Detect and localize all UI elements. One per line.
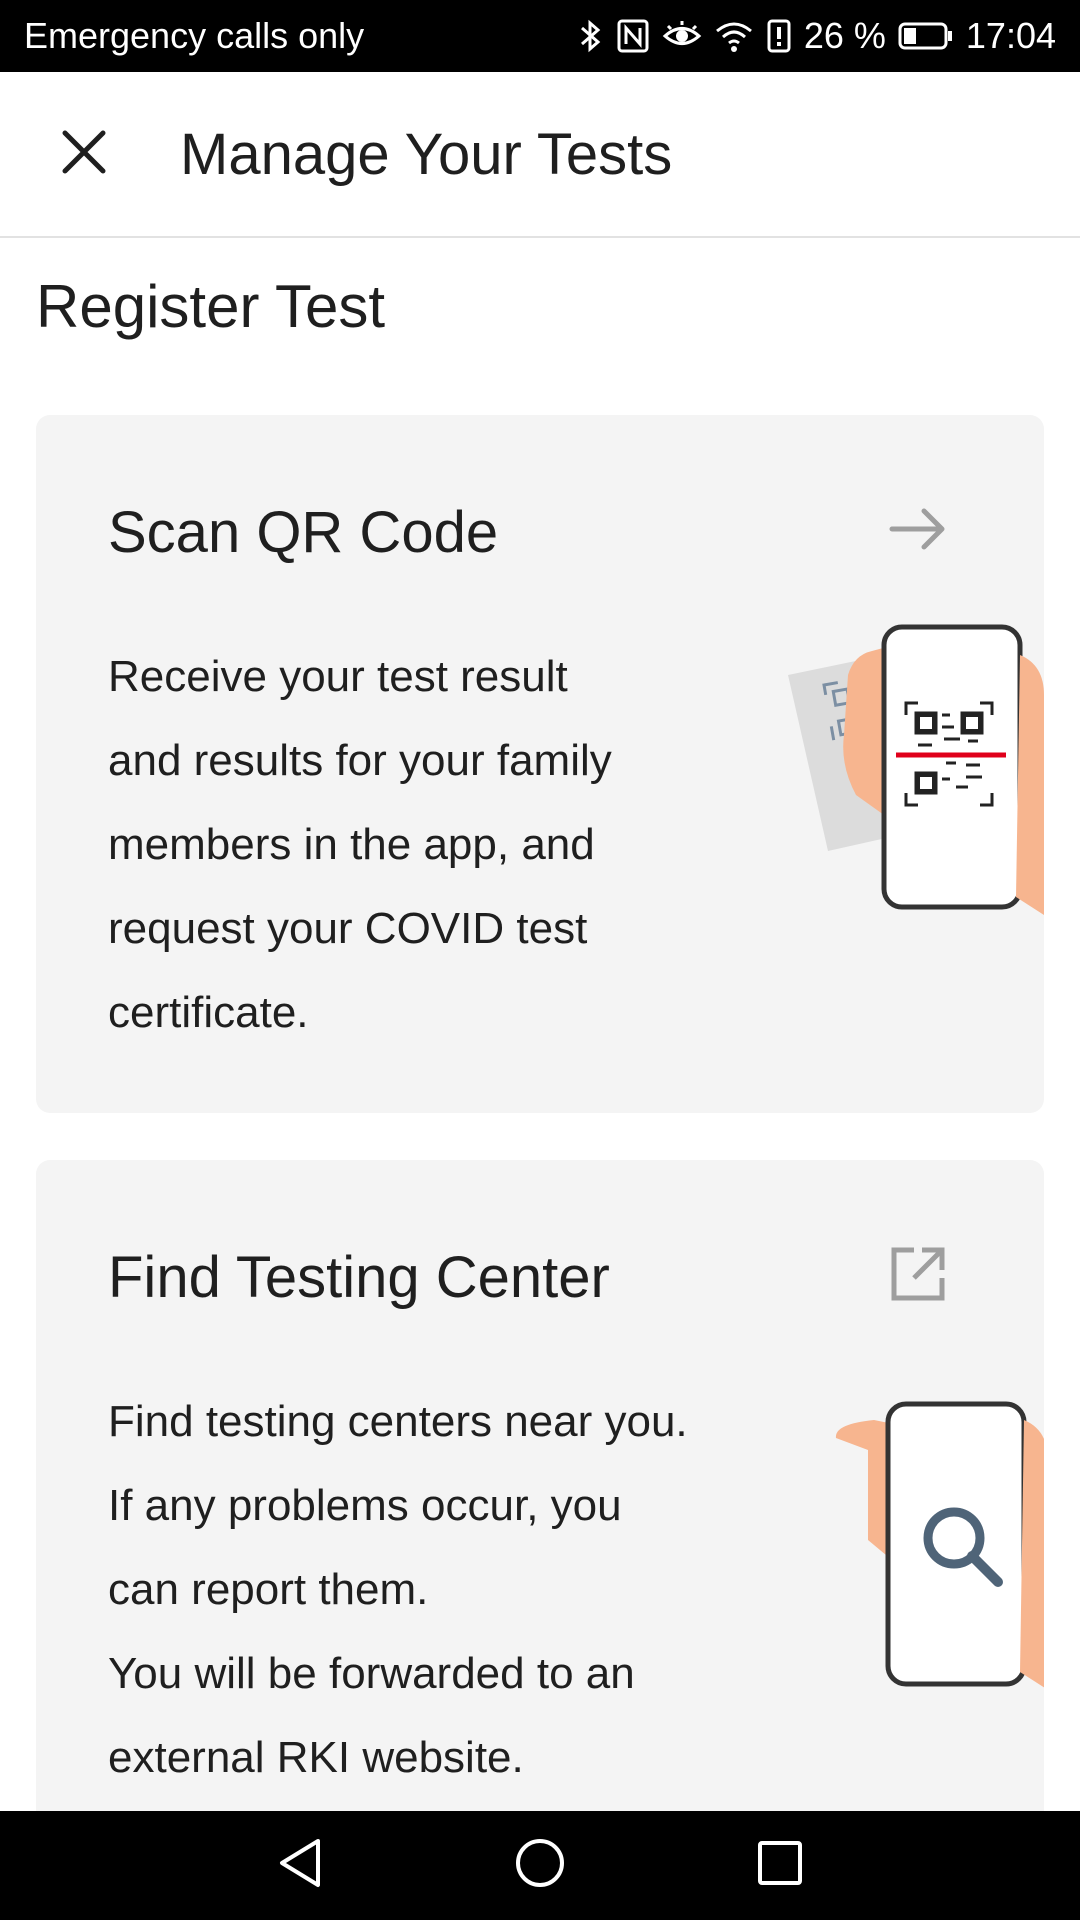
card-description: Receive your test result and results for… xyxy=(108,635,768,1055)
recents-icon xyxy=(757,1840,803,1891)
nfc-icon xyxy=(616,18,650,54)
card-title: Find Testing Center xyxy=(108,1245,610,1310)
close-icon xyxy=(61,129,107,180)
arrow-right-icon xyxy=(888,499,948,559)
battery-alert-icon xyxy=(766,18,792,54)
description-line: members in the app, and xyxy=(108,820,595,869)
description-line: request your COVID test xyxy=(108,904,588,953)
app-bar: Manage Your Tests xyxy=(0,72,1080,238)
battery-icon xyxy=(898,21,954,51)
status-bar: Emergency calls only 26 % 17:04 xyxy=(0,0,1080,72)
home-button[interactable] xyxy=(480,1811,600,1920)
section-title: Register Test xyxy=(36,273,386,340)
description-line: certificate. xyxy=(108,988,309,1037)
back-button[interactable] xyxy=(240,1811,360,1920)
phone-search-illustration xyxy=(824,1390,1044,1690)
system-navigation-bar xyxy=(0,1811,1080,1920)
description-line: You will be forwarded to an xyxy=(108,1649,635,1698)
card-description: Find testing centers near you. If any pr… xyxy=(108,1380,808,1800)
status-icons: 26 % 17:04 xyxy=(578,15,1056,57)
back-icon xyxy=(276,1837,324,1894)
clock: 17:04 xyxy=(965,15,1056,56)
home-icon xyxy=(514,1837,566,1894)
page-title: Manage Your Tests xyxy=(180,121,673,187)
recents-button[interactable] xyxy=(720,1811,840,1920)
close-button[interactable] xyxy=(34,104,134,204)
description-line: can report them. xyxy=(108,1565,429,1614)
description-line: Find testing centers near you. xyxy=(108,1397,688,1446)
description-line: Receive your test result xyxy=(108,652,568,701)
phone-scanning-qr-illustration xyxy=(744,615,1044,935)
open-external-icon xyxy=(888,1244,948,1304)
eye-comfort-icon xyxy=(662,18,702,54)
carrier-text: Emergency calls only xyxy=(24,15,365,56)
scan-qr-code-card[interactable]: Scan QR Code Receive your test result an… xyxy=(36,415,1044,1113)
description-line: and results for your family xyxy=(108,736,612,785)
wifi-icon xyxy=(714,18,754,54)
battery-percent: 26 % xyxy=(803,15,886,56)
description-line: If any problems occur, you xyxy=(108,1481,622,1530)
card-title: Scan QR Code xyxy=(108,500,499,565)
description-line: external RKI website. xyxy=(108,1733,524,1782)
bluetooth-icon xyxy=(578,18,604,54)
find-testing-center-card[interactable]: Find Testing Center Find testing centers… xyxy=(36,1160,1044,1920)
